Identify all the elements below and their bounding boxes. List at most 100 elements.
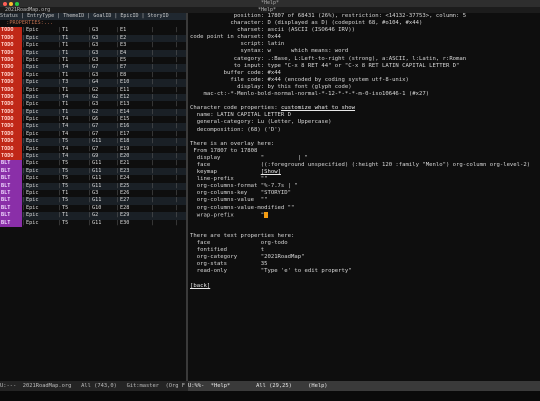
table-row[interactable]: TODO Epic | T4 | G6 | E15 | | | bbox=[0, 116, 186, 124]
help-buffer-pane[interactable]: position: 17807 of 68431 (26%), restrict… bbox=[188, 13, 540, 381]
cell-goal: G3 bbox=[92, 101, 99, 108]
table-row[interactable]: TODO Epic | T1 | G3 | E1 | | | bbox=[0, 27, 186, 35]
back-link[interactable]: [back] bbox=[190, 283, 210, 289]
column-separator: | bbox=[151, 49, 155, 56]
cell-theme: T4 bbox=[62, 130, 69, 137]
zoom-window-button[interactable] bbox=[15, 1, 19, 6]
table-row[interactable]: BLT Epic | T5 | G11 | E27 | | | bbox=[0, 197, 186, 205]
cell-type: Epic bbox=[26, 71, 39, 78]
column-separator: | bbox=[116, 79, 120, 86]
cell-status: TODO bbox=[0, 56, 22, 65]
minimize-window-button[interactable] bbox=[9, 1, 13, 6]
cell-type: Epic bbox=[26, 182, 39, 189]
cell-theme: T1 bbox=[62, 86, 69, 93]
cell-theme: T4 bbox=[62, 64, 69, 71]
table-row[interactable]: TODO Epic | T1 | G2 | E11 | | | bbox=[0, 86, 186, 94]
cell-status: TODO bbox=[0, 153, 22, 161]
cell-theme: T1 bbox=[62, 27, 69, 34]
column-separator: | bbox=[151, 182, 155, 189]
table-row[interactable]: BLT Epic | T5 | G11 | E23 | | | bbox=[0, 167, 186, 176]
cell-type: Epic bbox=[26, 79, 39, 86]
cell-theme: T4 bbox=[62, 145, 69, 152]
column-separator: | bbox=[175, 130, 179, 137]
table-row[interactable]: BLT Epic | T5 | G11 | E25 | | | bbox=[0, 182, 186, 190]
help-line: general-category: Lu (Letter, Uppercase) bbox=[190, 119, 332, 126]
column-separator: | bbox=[88, 34, 92, 41]
table-row[interactable]: TODO Epic | T1 | G3 | E13 | | | bbox=[0, 101, 186, 109]
cell-goal: G7 bbox=[92, 64, 99, 71]
cell-status: BLT bbox=[0, 219, 22, 227]
column-separator: | bbox=[116, 56, 120, 63]
cell-goal: G3 bbox=[92, 56, 99, 63]
column-separator: | bbox=[22, 93, 26, 100]
help-line: Character code properties: customize wha… bbox=[190, 105, 356, 112]
help-line: keymap [Show] bbox=[190, 169, 281, 176]
close-window-button[interactable] bbox=[3, 1, 7, 6]
column-separator: | bbox=[58, 123, 62, 130]
column-separator: | bbox=[22, 204, 26, 211]
column-separator: | bbox=[22, 182, 26, 189]
table-row[interactable]: TODO Epic | T1 | G3 | E8 | | | bbox=[0, 71, 186, 80]
help-line: category: .:Base, L:Left-to-right (stron… bbox=[190, 55, 467, 62]
table-row[interactable]: TODO Epic | T4 | G7 | E16 | | | bbox=[0, 123, 186, 131]
column-separator: | bbox=[22, 49, 26, 56]
column-separator: | bbox=[175, 197, 179, 204]
cell-epic: E15 bbox=[120, 116, 130, 123]
show-keymap-button[interactable]: [Show] bbox=[261, 169, 281, 175]
column-separator: | bbox=[116, 197, 120, 204]
table-row[interactable]: TODO Epic | T4 | G9 | E20 | | | bbox=[0, 153, 186, 161]
table-row[interactable]: BLT Epic | T1 | G2 | E29 | | | bbox=[0, 212, 186, 220]
table-row[interactable]: TODO Epic | T1 | G3 | E2 | | | bbox=[0, 34, 186, 43]
table-row[interactable]: BLT Epic | T5 | G10 | E28 | | | bbox=[0, 204, 186, 213]
column-separator: | bbox=[88, 42, 92, 49]
column-separator: | bbox=[88, 212, 92, 219]
column-separator: | bbox=[116, 130, 120, 137]
table-row[interactable]: BLT Epic | T5 | G11 | E30 | | | bbox=[0, 219, 186, 227]
column-separator: | bbox=[58, 145, 62, 152]
table-row[interactable]: TODO Epic | T5 | G11 | E18 | | | bbox=[0, 138, 186, 146]
table-row[interactable]: TODO Epic | T4 | G7 | E19 | | | bbox=[0, 145, 186, 154]
column-separator: | bbox=[151, 27, 155, 34]
table-row[interactable]: TODO Epic | T4 | G7 | E7 | | | bbox=[0, 64, 186, 72]
table-row[interactable]: TODO Epic | T3 | G4 | E10 | | | bbox=[0, 79, 186, 87]
column-separator: | bbox=[58, 116, 62, 123]
column-separator: | bbox=[22, 175, 26, 182]
column-separator: | bbox=[151, 79, 155, 86]
table-row[interactable]: TODO Epic | T1 | G3 | E4 | | | bbox=[0, 49, 186, 57]
table-row[interactable]: TODO Epic | T1 | G2 | E14 | | | bbox=[0, 108, 186, 117]
table-row[interactable]: BLT Epic | T5 | G11 | E21 | | | bbox=[0, 160, 186, 168]
column-separator: | bbox=[175, 189, 179, 196]
customize-link[interactable]: customize what to show bbox=[281, 105, 355, 111]
help-line: display " | " bbox=[190, 154, 308, 161]
column-separator: | bbox=[175, 108, 179, 115]
help-line: org-category "2021RoadMap" bbox=[190, 254, 305, 261]
help-line: script: latin bbox=[190, 41, 285, 48]
table-row[interactable]: TODO Epic | T4 | G2 | E12 | | | bbox=[0, 93, 186, 102]
cell-type: Epic bbox=[26, 197, 39, 204]
column-separator: | bbox=[88, 86, 92, 93]
column-separator: | bbox=[175, 167, 179, 174]
cell-theme: T5 bbox=[62, 197, 69, 204]
table-row[interactable]: BLT Epic | T1 | G3 | E26 | | | bbox=[0, 189, 186, 198]
column-separator: | bbox=[58, 86, 62, 93]
help-line: decomposition: (68) ('D') bbox=[190, 126, 281, 133]
table-row[interactable]: BLT Epic | T5 | G11 | E24 | | | bbox=[0, 175, 186, 183]
cell-status: TODO bbox=[0, 138, 22, 146]
column-separator: | bbox=[151, 56, 155, 63]
table-row[interactable]: TODO Epic | T1 | G3 | E5 | | | bbox=[0, 56, 186, 65]
column-separator: | bbox=[88, 49, 92, 56]
modeline-left: U:--- 2021RoadMap.org All (743,0) Git:ma… bbox=[0, 381, 188, 391]
org-column-view-pane[interactable]: Status | EntryType | ThemeID | GoalID | … bbox=[0, 13, 186, 381]
column-separator: | bbox=[22, 71, 26, 78]
cell-status: TODO bbox=[0, 79, 22, 87]
help-line: [back] bbox=[188, 283, 540, 290]
cell-status: TODO bbox=[0, 116, 22, 124]
table-row[interactable]: TODO Epic | T4 | G7 | E17 | | | bbox=[0, 130, 186, 139]
table-row[interactable]: TODO Epic | T1 | G3 | E3 | | | bbox=[0, 42, 186, 50]
cell-status: TODO bbox=[0, 49, 22, 57]
column-separator: | bbox=[22, 42, 26, 49]
minibuffer[interactable] bbox=[0, 391, 540, 401]
cell-epic: E8 bbox=[120, 71, 127, 78]
cell-epic: E1 bbox=[120, 27, 127, 34]
column-separator: | bbox=[88, 219, 92, 226]
